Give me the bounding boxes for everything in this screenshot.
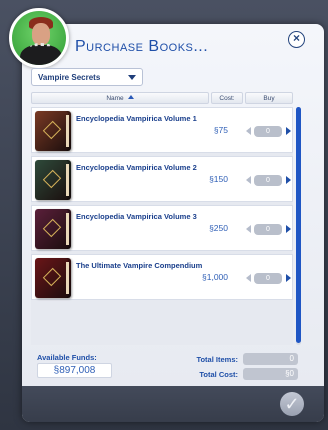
- book-cover-image: [35, 111, 71, 151]
- quantity-value: 0: [254, 273, 282, 284]
- caret-down-icon: [128, 75, 136, 80]
- category-dropdown[interactable]: Vampire Secrets: [31, 68, 143, 86]
- total-items-value: 0: [243, 353, 298, 365]
- book-cost: §250: [209, 223, 228, 233]
- list-scrollbar[interactable]: [296, 107, 301, 345]
- category-dropdown-value: Vampire Secrets: [38, 73, 101, 82]
- book-cost: §150: [209, 174, 228, 184]
- book-list: Encyclopedia Vampirica Volume 1 §75 0 En…: [31, 107, 293, 345]
- book-name: The Ultimate Vampire Compendium: [76, 261, 203, 270]
- sim-avatar: [9, 8, 69, 68]
- book-cost: §75: [213, 125, 228, 135]
- book-name: Encyclopedia Vampirica Volume 1: [76, 114, 197, 123]
- book-cover-image: [35, 160, 71, 200]
- decrease-arrow-icon[interactable]: [246, 176, 251, 184]
- book-name: Encyclopedia Vampirica Volume 2: [76, 163, 197, 172]
- total-items-label: Total Items:: [196, 355, 238, 364]
- quantity-stepper: 0: [246, 126, 292, 137]
- column-header-name[interactable]: Name: [31, 92, 209, 104]
- book-cost: §1,000: [202, 272, 228, 282]
- increase-arrow-icon[interactable]: [286, 274, 291, 282]
- quantity-stepper: 0: [246, 175, 292, 186]
- available-funds-label: Available Funds:: [37, 353, 97, 362]
- quantity-stepper: 0: [246, 224, 292, 235]
- book-name: Encyclopedia Vampirica Volume 3: [76, 212, 197, 221]
- dialog-footer-bar: [22, 386, 324, 422]
- book-row[interactable]: Encyclopedia Vampirica Volume 3 §250 0: [31, 205, 293, 251]
- table-header: Name Cost: Buy: [31, 92, 293, 104]
- decrease-arrow-icon[interactable]: [246, 274, 251, 282]
- quantity-value: 0: [254, 224, 282, 235]
- book-row[interactable]: Encyclopedia Vampirica Volume 1 §75 0: [31, 107, 293, 153]
- book-row[interactable]: The Ultimate Vampire Compendium §1,000 0: [31, 254, 293, 300]
- column-header-cost[interactable]: Cost:: [211, 92, 243, 104]
- quantity-stepper: 0: [246, 273, 292, 284]
- column-header-buy[interactable]: Buy: [245, 92, 293, 104]
- book-row[interactable]: Encyclopedia Vampirica Volume 2 §150 0: [31, 156, 293, 202]
- dialog-title: Purchase Books...: [75, 38, 209, 55]
- total-cost-value: §0: [243, 368, 298, 380]
- increase-arrow-icon[interactable]: [286, 127, 291, 135]
- available-funds-value: §897,008: [37, 363, 112, 378]
- total-cost-label: Total Cost:: [199, 370, 238, 379]
- quantity-value: 0: [254, 175, 282, 186]
- book-cover-image: [35, 209, 71, 249]
- close-icon[interactable]: ×: [288, 31, 305, 48]
- confirm-checkmark-icon[interactable]: ✓: [280, 392, 304, 416]
- book-cover-image: [35, 258, 71, 298]
- decrease-arrow-icon[interactable]: [246, 225, 251, 233]
- scrollbar-thumb[interactable]: [296, 107, 301, 343]
- sort-ascending-icon: [127, 95, 134, 99]
- quantity-value: 0: [254, 126, 282, 137]
- decrease-arrow-icon[interactable]: [246, 127, 251, 135]
- increase-arrow-icon[interactable]: [286, 225, 291, 233]
- increase-arrow-icon[interactable]: [286, 176, 291, 184]
